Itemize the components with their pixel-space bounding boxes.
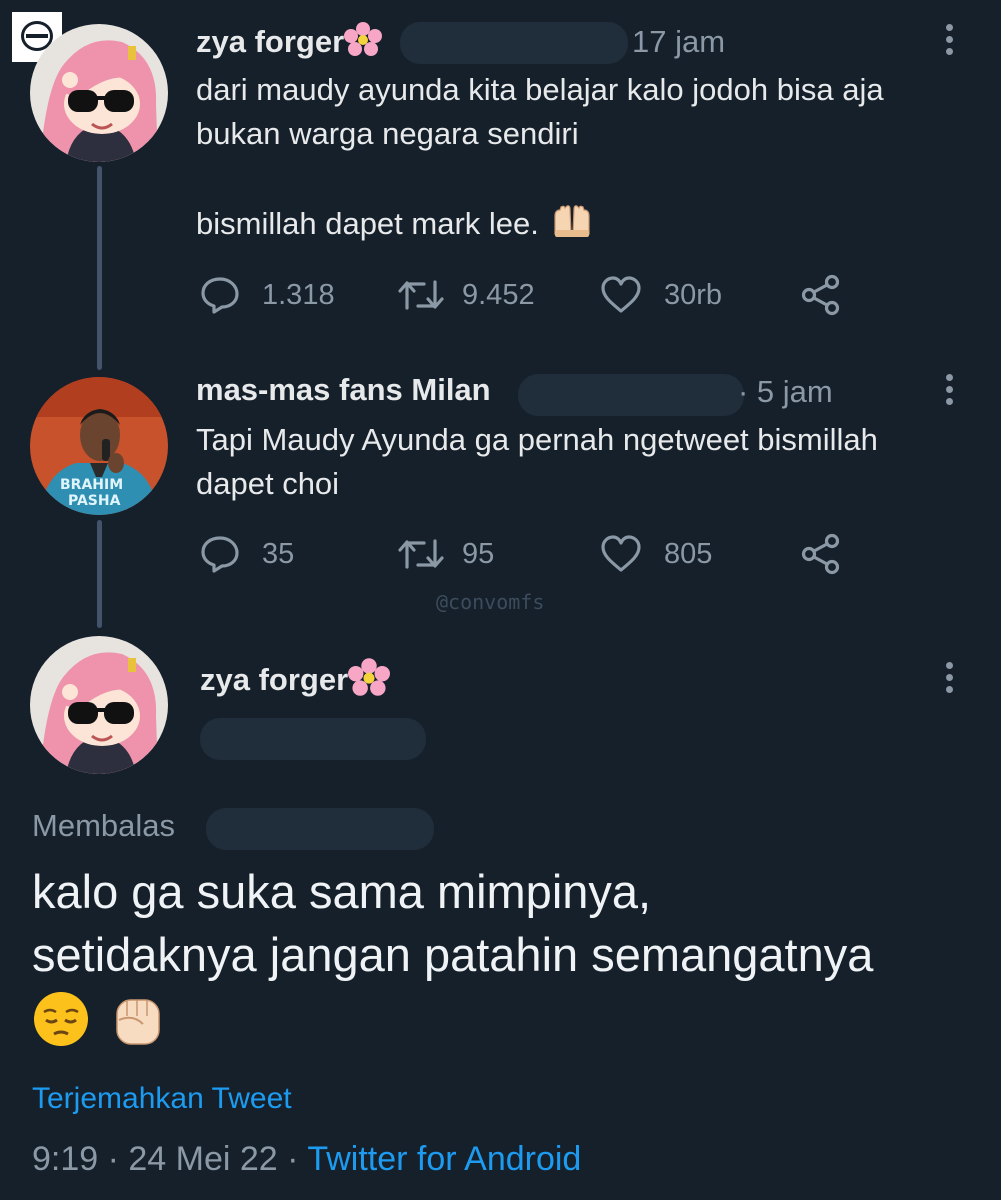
pensive-emoji [34, 992, 88, 1046]
retweet-count: 95 [462, 537, 495, 570]
author-name[interactable]: mas-mas fans Milan [196, 372, 491, 408]
redacted-handle [400, 22, 628, 64]
thread-line [97, 520, 102, 628]
svg-text:BRAHIM: BRAHIM [60, 477, 123, 493]
redacted-reply-handle[interactable] [206, 808, 434, 850]
flower-emoji [344, 22, 383, 56]
share-button[interactable] [800, 533, 842, 580]
reply-button[interactable]: 1.318 [200, 276, 335, 314]
emoji-line [32, 990, 982, 1050]
tweet-line: bismillah dapet mark lee. [196, 202, 976, 246]
redacted-handle [518, 374, 744, 416]
like-icon [601, 535, 641, 572]
reply-icon [201, 277, 239, 314]
reply-count: 35 [262, 537, 295, 570]
share-icon [801, 274, 840, 316]
more-icon[interactable] [946, 662, 954, 698]
watermark-handle: @convomfs [436, 590, 545, 614]
svg-text:PASHA: PASHA [68, 493, 121, 509]
tweet-line: setidaknya jangan patahin semangatnya [32, 928, 874, 981]
source-link[interactable]: Twitter for Android [307, 1140, 581, 1178]
like-icon [601, 276, 641, 313]
tweet-time: 17 jam [632, 24, 726, 59]
like-count: 30rb [664, 278, 723, 311]
replying-to: Membalas [32, 808, 175, 843]
fist-emoji [116, 999, 160, 1045]
reply-icon [201, 536, 239, 573]
retweet-icon [398, 539, 444, 569]
more-icon[interactable] [946, 374, 954, 410]
raised-hands-emoji [553, 205, 590, 237]
reply-count: 1.318 [262, 278, 335, 311]
tweet-text: dari maudy ayunda kita belajar kalo jodo… [196, 68, 976, 246]
tweet-line: Tapi Maudy Ayunda ga pernah ngetweet bis… [196, 422, 878, 457]
like-count: 805 [664, 537, 713, 570]
tweet-line: kalo ga suka sama mimpinya, [32, 865, 652, 918]
tweet-line: dari maudy ayunda kita belajar kalo jodo… [196, 72, 884, 107]
main-tweet-text: kalo ga suka sama mimpinya, setidaknya j… [32, 860, 982, 1050]
avatar[interactable] [30, 24, 168, 162]
translate-link[interactable]: Terjemahkan Tweet [32, 1082, 292, 1116]
retweet-button[interactable]: 9.452 [398, 278, 535, 312]
like-button[interactable]: 805 [600, 535, 712, 573]
tweet-line: dapet choi [196, 466, 340, 501]
retweet-button[interactable]: 95 [398, 537, 494, 571]
like-button[interactable]: 30rb [600, 276, 722, 314]
flower-emoji [348, 658, 391, 696]
redacted-handle [200, 718, 426, 760]
tweet-metadata: 9:19 · 24 Mei 22 · Twitter for Android [32, 1140, 581, 1179]
thread-line [97, 166, 102, 370]
timestamp: 9:19 · 24 Mei 22 · [32, 1140, 299, 1178]
avatar[interactable]: BRAHIM PASHA [30, 377, 168, 515]
author-name[interactable]: zya forger [196, 22, 383, 60]
tweet-text: Tapi Maudy Ayunda ga pernah ngetweet bis… [196, 418, 976, 506]
avatar[interactable] [30, 636, 168, 774]
author-name[interactable]: zya forger [200, 658, 391, 698]
share-button[interactable] [800, 274, 842, 321]
share-icon [801, 533, 840, 575]
reply-button[interactable]: 35 [200, 535, 294, 573]
tweet-time: · 5 jam [738, 374, 833, 409]
retweet-icon [398, 280, 444, 310]
more-icon[interactable] [946, 24, 954, 60]
tweet-line: bukan warga negara sendiri [196, 116, 579, 151]
retweet-count: 9.452 [462, 278, 535, 311]
